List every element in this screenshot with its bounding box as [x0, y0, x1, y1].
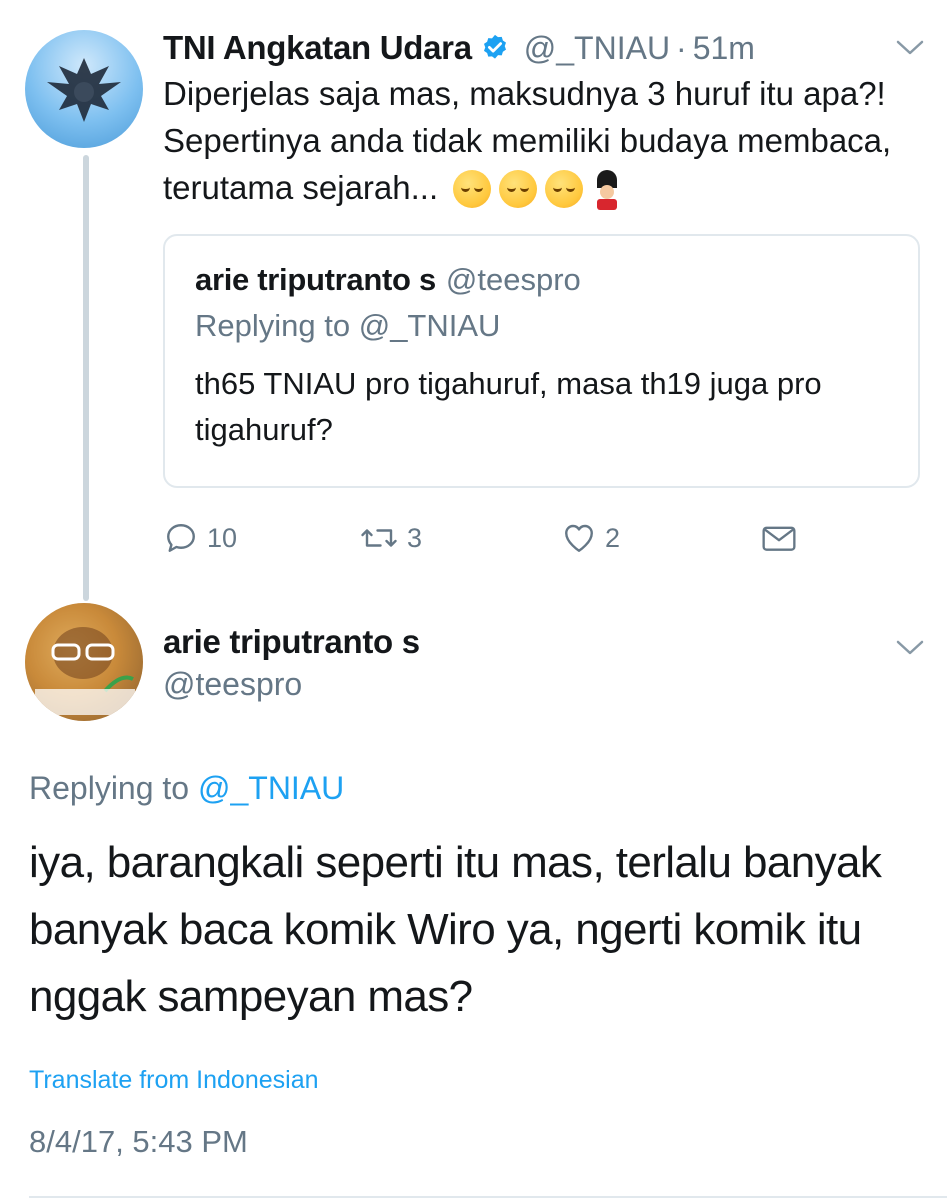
like-count: 2 [605, 522, 621, 553]
quote-text: th65 TNIAU pro tigahuruf, masa th19 juga… [195, 366, 822, 447]
reply-icon [167, 524, 195, 552]
direct-message-button[interactable] [760, 516, 806, 560]
quote-handle: @teespro [445, 262, 581, 297]
profile-photo-icon [25, 603, 143, 721]
translate-link[interactable]: Translate from Indonesian [29, 1066, 319, 1095]
verified-badge-icon [483, 34, 506, 59]
quote-replying-handle: @_TNIAU [358, 308, 501, 343]
tweet1-time[interactable]: 51m [693, 30, 755, 67]
retweet-count: 3 [407, 522, 423, 553]
relieved-face-emoji-icon [499, 170, 538, 209]
quote-replying-to: Replying to @_TNIAU [195, 308, 500, 344]
retweet-icon [361, 529, 397, 547]
tweet1-actions: 10 3 2 [163, 516, 923, 560]
tweet1-text-block: Diperjelas saja mas, maksudnya 3 huruf i… [163, 70, 923, 211]
tweet1-display-name[interactable]: TNI Angkatan Udara [163, 29, 472, 67]
tweet1-header: TNI Angkatan Udara @_TNIAU · 51m [163, 26, 755, 70]
avatar-teespro[interactable] [25, 603, 143, 721]
tweet2-display-name[interactable]: arie triputranto s [163, 623, 420, 661]
reply-button[interactable]: 10 [163, 516, 237, 560]
tweet1-handle[interactable]: @_TNIAU [524, 30, 670, 67]
heart-icon [565, 524, 593, 552]
emoji-group [453, 170, 623, 211]
relieved-face-emoji-icon [545, 170, 584, 209]
retweet-button[interactable]: 3 [359, 516, 422, 560]
separator-dot: · [676, 29, 687, 66]
quote-replying-prefix: Replying to [195, 308, 359, 343]
quote-header: arie triputranto s @teespro [195, 262, 581, 298]
thread-line [83, 155, 89, 601]
replying-prefix: Replying to [29, 770, 198, 806]
chevron-down-icon[interactable] [896, 640, 924, 656]
quoted-tweet-card[interactable]: arie triputranto s @teespro Replying to @… [163, 234, 920, 488]
replying-handle-link[interactable]: @_TNIAU [198, 770, 344, 806]
like-button[interactable]: 2 [561, 516, 620, 560]
envelope-icon [762, 526, 796, 551]
reply-count: 10 [207, 522, 238, 553]
avatar-tniau[interactable] [25, 30, 143, 148]
divider [29, 1196, 947, 1198]
tweet2-replying-to: Replying to @_TNIAU [29, 770, 344, 807]
guardsman-emoji-icon [597, 170, 618, 211]
tweet2-text: iya, barangkali seperti itu mas, terlalu… [29, 838, 882, 1021]
tweet2-timestamp: 8/4/17, 5:43 PM [29, 1124, 248, 1159]
quote-display-name: arie triputranto s [195, 262, 436, 297]
eagle-emblem-icon [47, 58, 121, 122]
chevron-down-icon[interactable] [896, 40, 924, 56]
tweet2-handle[interactable]: @teespro [163, 666, 302, 703]
relieved-face-emoji-icon [453, 170, 492, 209]
